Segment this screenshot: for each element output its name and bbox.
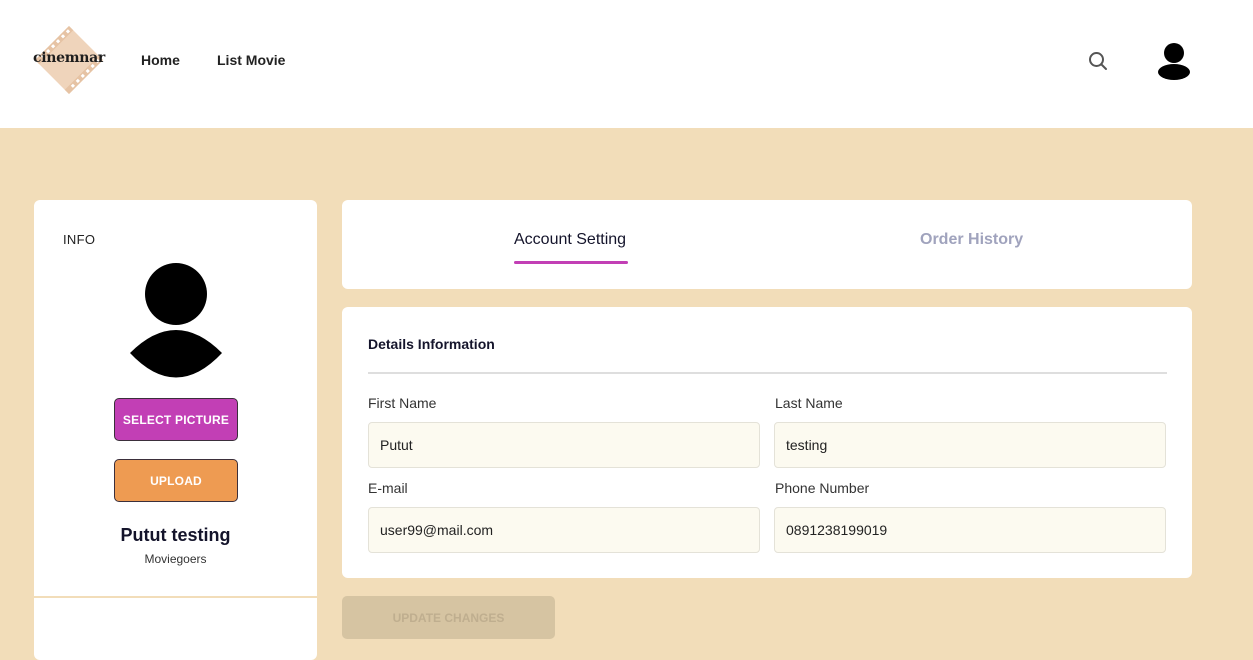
update-changes-button[interactable]: UPDATE CHANGES <box>342 596 555 639</box>
cinemnar-logo[interactable]: cinemnar <box>30 22 108 98</box>
profile-role: Moviegoers <box>144 552 207 566</box>
active-tab-underline <box>514 261 628 264</box>
top-navbar: cinemnar Home List Movie <box>0 0 1253 128</box>
profile-avatar-icon <box>130 263 222 378</box>
settings-tabs: Account Setting Order History <box>342 200 1192 289</box>
select-picture-button[interactable]: SELECT PICTURE <box>114 398 238 441</box>
info-divider <box>34 596 317 598</box>
upload-button[interactable]: UPLOAD <box>114 459 238 502</box>
first-name-input[interactable] <box>368 422 760 468</box>
email-label: E-mail <box>368 480 408 496</box>
phone-number-label: Phone Number <box>775 480 870 496</box>
tab-account-setting[interactable]: Account Setting <box>514 231 626 249</box>
phone-number-input[interactable] <box>774 507 1166 553</box>
last-name-label: Last Name <box>775 395 843 411</box>
nav-home-link[interactable]: Home <box>141 52 180 68</box>
search-icon[interactable] <box>1087 50 1109 72</box>
info-label: INFO <box>63 232 96 247</box>
last-name-input[interactable] <box>774 422 1166 468</box>
email-input[interactable] <box>368 507 760 553</box>
details-information-card: Details Information First Name Last Name… <box>342 307 1192 578</box>
details-divider <box>368 372 1167 374</box>
user-icon[interactable] <box>1156 41 1192 81</box>
details-title: Details Information <box>368 336 495 352</box>
logo-text: cinemnar <box>33 50 105 66</box>
tab-order-history[interactable]: Order History <box>920 231 1023 249</box>
first-name-label: First Name <box>368 395 437 411</box>
nav-list-movie-link[interactable]: List Movie <box>217 52 285 68</box>
profile-info-card: INFO SELECT PICTURE UPLOAD Putut testing… <box>34 200 317 660</box>
profile-name: Putut testing <box>120 525 231 545</box>
